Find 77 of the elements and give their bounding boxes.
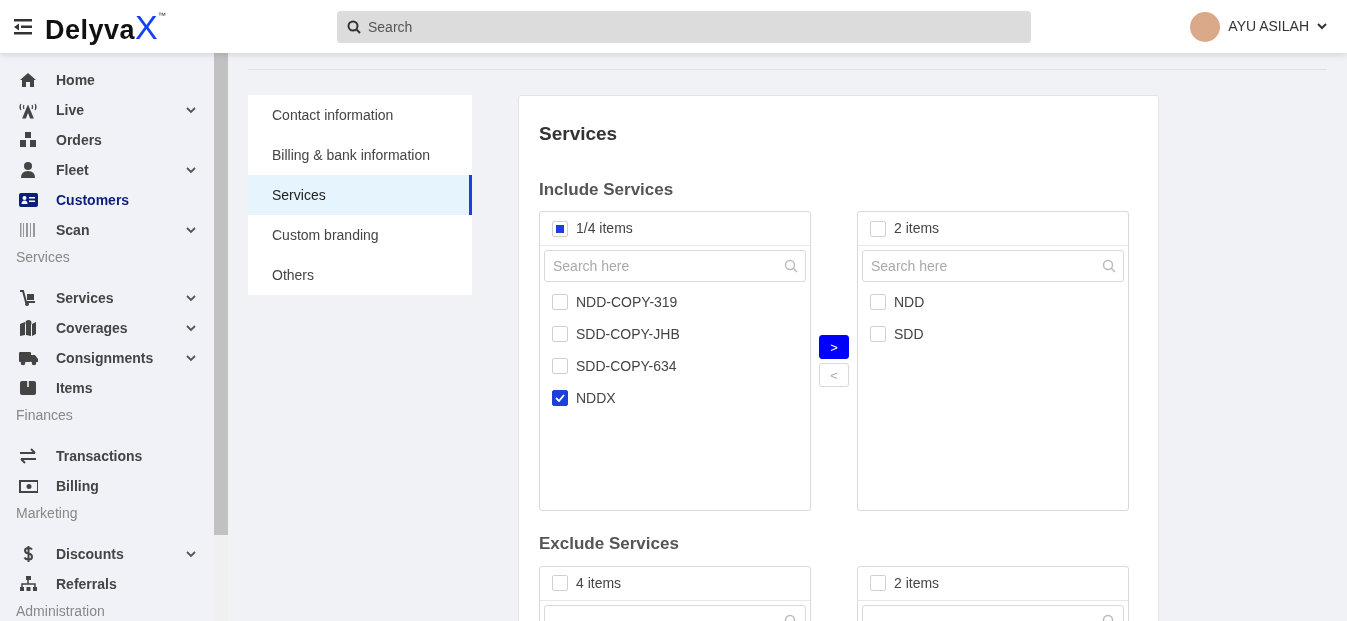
item-count: 1/4 items — [576, 219, 633, 238]
barcode-icon — [18, 221, 38, 239]
settings-tab[interactable]: Services — [248, 175, 472, 215]
section-title: Include Services — [539, 178, 675, 201]
boxes-icon — [18, 131, 38, 149]
user-avatar[interactable] — [1190, 11, 1221, 42]
settings-tab[interactable]: Others — [248, 255, 472, 295]
search-field[interactable]: Search here — [862, 250, 1124, 282]
logo-wordmark: Delyva — [45, 17, 136, 44]
service-name: NDD — [894, 292, 925, 312]
service-name: SDD-COPY-JHB — [576, 324, 680, 344]
settings-tab[interactable]: Billing & bank information — [248, 135, 472, 175]
service-name: SDD-COPY-634 — [576, 356, 677, 376]
item-count: 2 items — [894, 573, 940, 593]
checkbox[interactable] — [552, 390, 568, 406]
arrows-icon — [18, 447, 38, 465]
chevron-icon[interactable] — [186, 324, 196, 332]
select-all-checkbox[interactable] — [552, 220, 568, 237]
chevron-icon[interactable] — [186, 354, 196, 362]
check-icon — [555, 394, 565, 402]
chevron-icon[interactable] — [186, 294, 196, 302]
section-heading: Marketing — [15, 504, 79, 523]
cart-icon — [18, 289, 38, 307]
chevron-icon[interactable] — [186, 106, 196, 114]
sidebar-item[interactable]: Fleet — [0, 155, 214, 185]
sidebar-item[interactable]: Consignments — [0, 343, 214, 373]
item-count: 4 items — [576, 573, 622, 593]
user-name[interactable]: AYU ASILAH — [1228, 16, 1309, 37]
home-icon — [18, 71, 38, 89]
item-count: 2 items — [894, 219, 940, 238]
select-all-checkbox[interactable] — [552, 575, 568, 591]
search-icon — [784, 259, 798, 273]
trademark-sign: ™ — [157, 10, 166, 22]
map-icon — [18, 319, 38, 337]
sidebar-item[interactable]: Items — [0, 373, 214, 403]
section-heading: Services — [15, 248, 71, 267]
search-field[interactable]: Search here — [544, 250, 806, 282]
select-all-checkbox[interactable] — [870, 220, 886, 237]
search-icon — [347, 19, 361, 34]
sidebar-item[interactable]: Live — [0, 95, 214, 125]
menu-icon[interactable] — [14, 18, 32, 35]
chevron-icon[interactable] — [186, 166, 196, 174]
settings-tab[interactable]: Custom branding — [248, 215, 472, 255]
section-heading: Finances — [15, 406, 74, 425]
chevron-icon[interactable] — [186, 226, 196, 234]
sidebar-item[interactable]: Home — [0, 65, 214, 95]
sidebar-item[interactable]: Transactions — [0, 441, 214, 471]
settings-tab[interactable]: Contact information — [248, 95, 472, 135]
sidebar-item[interactable]: Orders — [0, 125, 214, 155]
service-name: NDD-COPY-319 — [576, 292, 678, 312]
sidebar-item[interactable]: Referrals — [0, 569, 214, 599]
person-icon — [18, 161, 38, 179]
section-heading: Administration — [15, 602, 106, 621]
search-icon — [1102, 259, 1116, 273]
banknote-icon — [18, 477, 38, 495]
antenna-icon — [18, 101, 38, 119]
transfer-button[interactable]: > — [819, 335, 849, 359]
scrollbar-thumb[interactable] — [214, 53, 228, 535]
sidebar-item[interactable]: Discounts — [0, 539, 214, 569]
chevron-icon[interactable] — [186, 550, 196, 558]
service-name: SDD — [894, 324, 924, 344]
sidebar-item[interactable]: Billing — [0, 471, 214, 501]
id-card-icon — [18, 191, 38, 209]
hierarchy-icon — [18, 575, 38, 593]
sidebar-item[interactable]: Services — [0, 283, 214, 313]
card-title: Services — [539, 122, 619, 146]
sidebar-item[interactable]: Scan — [0, 215, 214, 245]
sidebar-item[interactable]: Customers — [0, 185, 214, 215]
section-title: Exclude Services — [539, 533, 680, 555]
box-icon — [18, 379, 38, 397]
sidebar-item[interactable]: Coverages — [0, 313, 214, 343]
search-field[interactable]: Search — [337, 10, 1031, 43]
truck-icon — [18, 349, 38, 367]
service-name: NDDX — [576, 388, 616, 408]
select-all-checkbox[interactable] — [870, 575, 886, 591]
caret-icon[interactable] — [1317, 23, 1327, 30]
logo-mark: X — [135, 10, 158, 44]
